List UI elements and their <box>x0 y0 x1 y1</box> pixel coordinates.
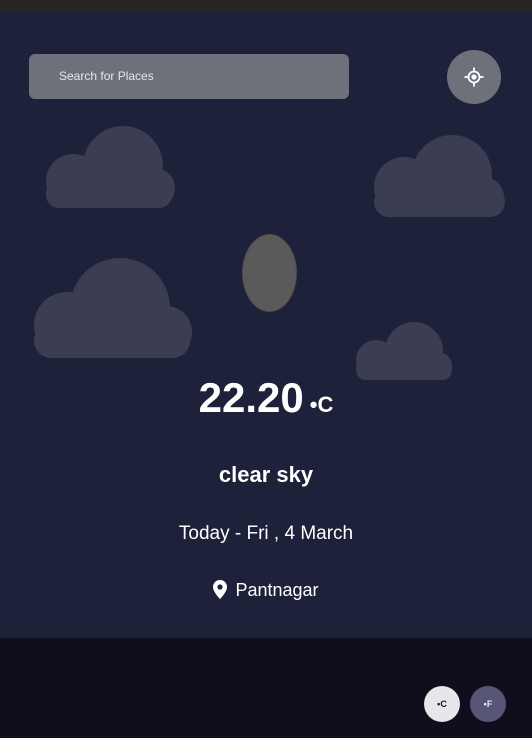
temperature-unit: •C <box>309 392 334 417</box>
map-pin-icon <box>213 580 228 599</box>
celsius-toggle-button[interactable]: •C <box>424 686 460 722</box>
search-places-button[interactable]: Search for Places <box>29 54 349 99</box>
weather-description: clear sky <box>218 462 314 487</box>
current-location-button[interactable] <box>447 50 501 104</box>
cloud-decoration <box>34 258 192 358</box>
crosshair-gps-icon <box>464 67 484 87</box>
fahrenheit-toggle-button[interactable]: •F <box>470 686 506 722</box>
location-name: Pantnagar <box>235 580 319 600</box>
cloud-decoration <box>356 322 452 380</box>
window-top-bar <box>0 0 532 12</box>
weather-icon-image <box>242 234 297 312</box>
current-date: Today - Fri , 4 March <box>178 523 354 544</box>
temperature-value: 22.20 <box>198 374 304 421</box>
temperature-display: 22.20 •C <box>0 374 532 422</box>
cloud-decoration <box>374 135 505 217</box>
forecast-area <box>0 638 532 738</box>
cloud-decoration <box>46 126 175 208</box>
location-display: Pantnagar <box>0 580 532 601</box>
